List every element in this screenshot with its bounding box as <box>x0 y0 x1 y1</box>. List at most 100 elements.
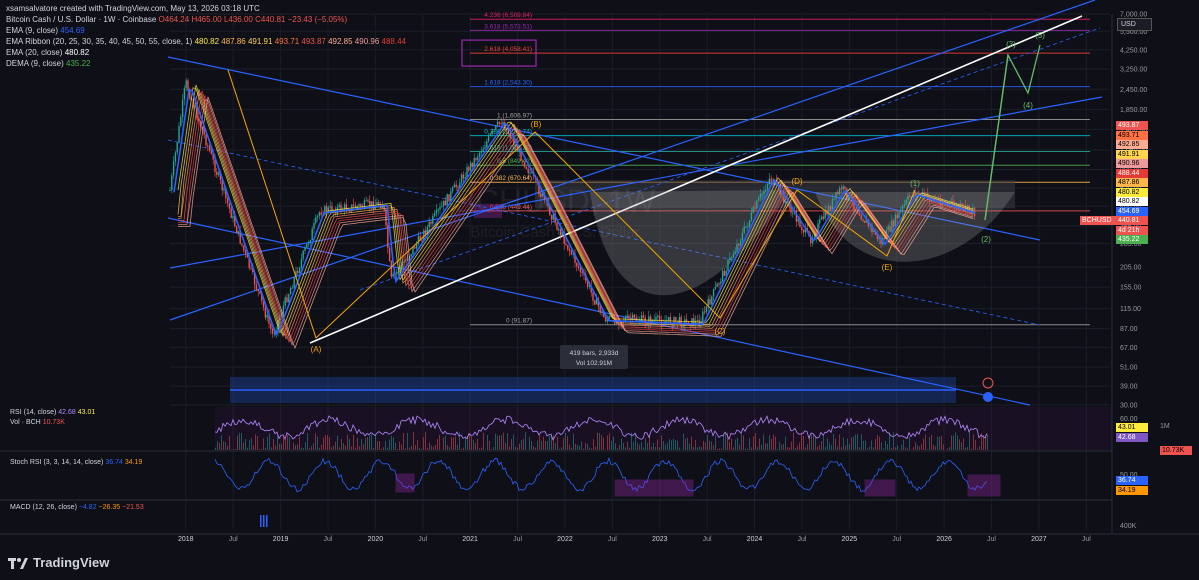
volume-bar <box>595 446 596 450</box>
price-candle <box>460 174 463 183</box>
volume-bar <box>871 440 872 450</box>
price-candle <box>174 152 177 162</box>
volume-bar <box>775 436 776 450</box>
price-candle <box>570 251 573 255</box>
volume-bar <box>313 443 314 450</box>
volume-bar <box>861 434 862 450</box>
volume-bar <box>413 432 414 450</box>
price-candle <box>754 207 756 209</box>
volume-bar <box>289 437 290 450</box>
price-candle <box>491 130 493 134</box>
price-candle <box>291 287 294 289</box>
price-candle <box>599 306 601 313</box>
price-candle <box>297 271 299 274</box>
volume-bar <box>787 447 788 450</box>
vol-legend[interactable]: Vol · BCH 10.73K <box>10 419 65 426</box>
price-tag: 490.96 <box>1116 159 1148 168</box>
ribbon-value: 490.96 <box>354 37 380 46</box>
volume-bar <box>585 442 586 450</box>
volume-bar <box>257 436 258 450</box>
volume-bar <box>725 432 726 450</box>
price-candle <box>498 121 501 124</box>
chart-canvas[interactable]: 4.236 (6,509.84) 3.618 (5,573.51) 2.618 (4… <box>0 0 1199 580</box>
volume-bar <box>457 444 458 450</box>
volume-bar <box>221 435 222 450</box>
volume-bar <box>883 448 884 450</box>
currency-selector[interactable]: USD <box>1117 18 1152 31</box>
price-candle <box>784 201 787 203</box>
volume-bar <box>829 442 830 450</box>
stoch-highlight-box <box>395 473 415 493</box>
volume-bar <box>897 445 898 450</box>
volume-bar <box>641 442 642 450</box>
ribbon-value: 488.44 <box>381 37 406 46</box>
volume-bar <box>557 436 558 450</box>
price-candle <box>286 297 288 303</box>
price-candle <box>822 216 825 219</box>
price-candle <box>484 147 486 149</box>
tradingview-logo[interactable]: TradingView <box>8 555 109 570</box>
price-candle <box>894 214 897 227</box>
volume-bar <box>263 438 264 450</box>
price-candle <box>923 192 925 197</box>
price-candle <box>727 260 729 271</box>
price-candle <box>756 200 758 209</box>
volume-bar <box>691 436 692 450</box>
macd-bar <box>266 515 268 527</box>
volume-bar <box>971 448 972 450</box>
rsi-label: RSI (14, close) <box>10 409 57 416</box>
macd-legend[interactable]: MACD (12, 26, close) −4.82 −26.35 −21.53 <box>10 504 144 511</box>
volume-bar <box>333 445 334 450</box>
volume-bar <box>431 445 432 450</box>
volume-bar <box>537 440 538 450</box>
price-candle <box>831 199 834 210</box>
volume-bar <box>717 448 718 450</box>
price-candle <box>820 216 823 220</box>
volume-bar <box>941 435 942 450</box>
volume-bar <box>247 447 248 450</box>
price-candle <box>761 193 763 195</box>
volume-bar <box>751 447 752 450</box>
volume-bar <box>459 432 460 450</box>
volume-bar <box>547 440 548 450</box>
volume-bar <box>961 442 962 450</box>
volume-bar <box>661 435 662 450</box>
ema20-label[interactable]: EMA (20, close) <box>6 48 62 57</box>
volume-bar <box>867 448 868 450</box>
volume-bar <box>469 432 470 450</box>
price-tag: 487.86 <box>1116 178 1148 187</box>
volume-bar <box>427 447 428 450</box>
volume-bar <box>707 434 708 450</box>
volume-bar <box>935 446 936 450</box>
price-candle <box>360 204 362 207</box>
volume-bar <box>401 444 402 450</box>
price-candle <box>217 172 220 175</box>
time-tick-label: Jul <box>892 536 901 543</box>
price-candle <box>684 319 686 326</box>
volume-bar <box>383 447 384 450</box>
price-tag: 454.69 <box>1116 206 1148 216</box>
ribbon-label[interactable]: EMA Ribbon (20, 25, 30, 35, 40, 45, 50, … <box>6 37 192 46</box>
volume-bar <box>331 447 332 450</box>
volume-bar <box>659 447 660 450</box>
volume-bar <box>825 446 826 450</box>
symbol-title[interactable]: Bitcoin Cash / U.S. Dollar · 1W · Coinba… <box>6 15 156 24</box>
ribbon-value: 480.82 <box>194 37 220 46</box>
volume-bar <box>285 439 286 450</box>
price-candle <box>801 227 803 231</box>
price-candle <box>918 192 920 195</box>
volume-bar <box>745 448 746 450</box>
stoch-legend[interactable]: Stoch RSI (3, 3, 14, 14, close) 36.74 34… <box>10 459 142 466</box>
price-tag: 493.71 <box>1116 130 1148 140</box>
ema9-label[interactable]: EMA (9, close) <box>6 26 58 35</box>
wave-label: (D) <box>791 177 802 186</box>
dema-label[interactable]: DEMA (9, close) <box>6 59 64 68</box>
price-tick-label: 2,450.00 <box>1120 87 1147 94</box>
rsi-legend[interactable]: RSI (14, close) 42.68 43.01 <box>10 409 95 416</box>
time-tick-label: Jul <box>324 536 333 543</box>
volume-bar <box>539 435 540 450</box>
volume-bar <box>267 436 268 450</box>
price-tag: 488.44 <box>1116 168 1148 178</box>
volume-bar <box>875 439 876 450</box>
volume-bar <box>561 447 562 450</box>
